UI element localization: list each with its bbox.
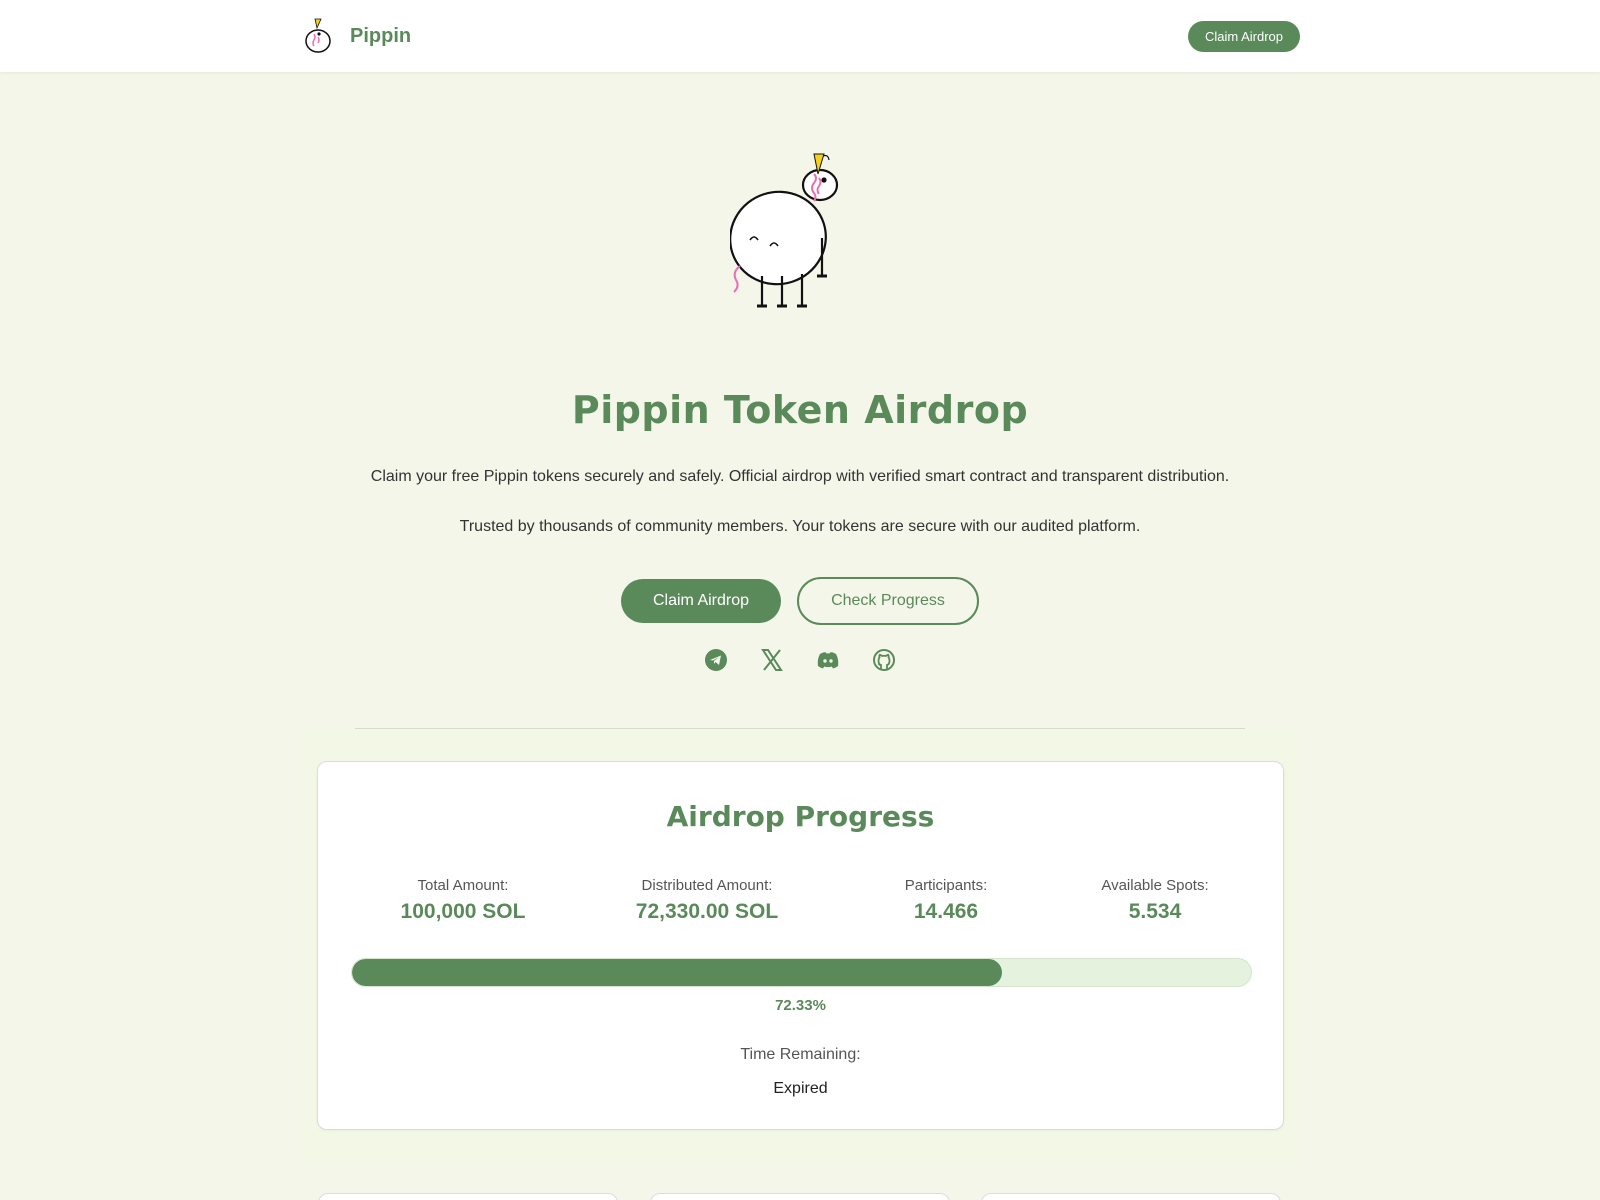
telegram-icon[interactable] (704, 648, 728, 672)
stat-total-amount: Total Amount: 100,000 SOL (343, 877, 583, 924)
x-icon[interactable] (760, 648, 784, 672)
check-progress-button[interactable]: Check Progress (797, 577, 979, 625)
stat-label: Distributed Amount: (641, 877, 773, 894)
feature-card (318, 1193, 618, 1200)
stat-label: Total Amount: (417, 877, 509, 894)
stat-distributed-amount: Distributed Amount: 72,330.00 SOL (587, 877, 827, 924)
social-links (704, 648, 900, 672)
stat-value: 72,330.00 SOL (635, 900, 779, 923)
claim-airdrop-button[interactable]: Claim Airdrop (621, 579, 781, 623)
stat-value: 5.534 (1128, 900, 1182, 923)
progress-title: Airdrop Progress (666, 800, 935, 833)
feature-card (650, 1193, 950, 1200)
progress-percent: 72.33% (775, 997, 826, 1014)
brand-name: Pippin (350, 24, 412, 47)
hero-trust-text: Trusted by thousands of community member… (459, 518, 1141, 535)
discord-icon[interactable] (816, 648, 840, 672)
progress-bar-fill (352, 959, 1003, 986)
pippin-mascot-image (730, 153, 839, 308)
github-icon[interactable] (872, 648, 896, 672)
site-header: Pippin Claim Airdrop (0, 0, 1600, 72)
feature-card (981, 1193, 1281, 1200)
stat-label: Available Spots: (1101, 877, 1209, 894)
stat-value: 100,000 SOL (400, 900, 526, 923)
airdrop-progress-card: Airdrop Progress Total Amount: 100,000 S… (317, 761, 1284, 1130)
stat-participants: Participants: 14.466 (826, 877, 1066, 924)
stat-label: Participants: (904, 877, 988, 894)
pippin-logo-icon (305, 18, 331, 53)
brand[interactable]: Pippin (300, 16, 411, 56)
header-claim-airdrop-button[interactable]: Claim Airdrop (1188, 21, 1300, 52)
time-remaining-label: Time Remaining: (740, 1046, 861, 1063)
hero-title: Pippin Token Airdrop (571, 388, 1029, 432)
section-divider (355, 728, 1245, 729)
hero-description: Claim your free Pippin tokens securely a… (370, 468, 1230, 485)
stat-available-spots: Available Spots: 5.534 (1035, 877, 1275, 924)
stat-value: 14.466 (913, 900, 979, 923)
progress-bar (351, 958, 1252, 987)
time-remaining-value: Expired (773, 1080, 828, 1097)
